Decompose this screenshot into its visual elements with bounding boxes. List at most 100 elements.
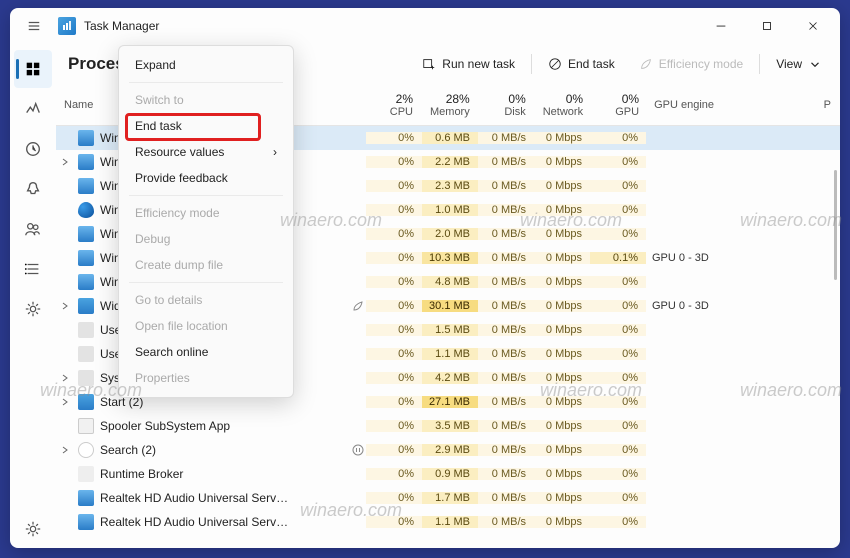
sidebar-details[interactable]: [14, 250, 52, 288]
ctx-search-online[interactable]: Search online: [119, 339, 293, 365]
cpu-value: 0%: [366, 276, 422, 288]
startup-icon: [24, 180, 42, 198]
process-icon: [78, 346, 94, 362]
ctx-provide-feedback[interactable]: Provide feedback: [119, 165, 293, 191]
disk-value: 0 MB/s: [478, 156, 534, 168]
window-controls: [698, 8, 836, 44]
process-icon: [78, 154, 94, 170]
cpu-value: 0%: [366, 228, 422, 240]
scrollbar-thumb[interactable]: [834, 170, 837, 280]
disk-value: 0 MB/s: [478, 348, 534, 360]
process-row[interactable]: Search (2)0%2.9 MB0 MB/s0 Mbps0%: [56, 438, 840, 462]
cpu-value: 0%: [366, 420, 422, 432]
process-row[interactable]: Realtek HD Audio Universal Serv…0%1.1 MB…: [56, 510, 840, 534]
process-icon: [78, 418, 94, 434]
close-icon: [806, 19, 820, 33]
run-task-icon: [422, 57, 436, 71]
process-name: Runtime Broker: [100, 467, 183, 481]
process-icon: [78, 130, 94, 146]
run-new-task-button[interactable]: Run new task: [412, 51, 525, 77]
process-row[interactable]: Spooler SubSystem App0%3.5 MB0 MB/s0 Mbp…: [56, 414, 840, 438]
process-name: Realtek HD Audio Universal Serv…: [100, 515, 288, 529]
gpu-engine-value: GPU 0 - 3D: [646, 300, 840, 312]
network-value: 0 Mbps: [534, 372, 590, 384]
disk-value: 0 MB/s: [478, 444, 534, 456]
sidebar-startup[interactable]: [14, 170, 52, 208]
disk-value: 0 MB/s: [478, 276, 534, 288]
expander-icon[interactable]: [58, 157, 72, 167]
disk-value: 0 MB/s: [478, 468, 534, 480]
expander-icon[interactable]: [58, 445, 72, 455]
memory-value: 2.2 MB: [422, 156, 478, 168]
disk-value: 0 MB/s: [478, 324, 534, 336]
ctx-end-task[interactable]: End task: [119, 113, 293, 139]
memory-value: 2.0 MB: [422, 228, 478, 240]
gpu-value: 0%: [590, 204, 646, 216]
process-icon: [78, 370, 94, 386]
disk-value: 0 MB/s: [478, 132, 534, 144]
col-cpu[interactable]: 2%CPU: [366, 84, 422, 125]
disk-value: 0 MB/s: [478, 252, 534, 264]
chevron-right-icon: ›: [273, 145, 277, 159]
memory-value: 2.9 MB: [422, 444, 478, 456]
gear-icon: [24, 520, 42, 538]
col-memory[interactable]: 28%Memory: [422, 84, 479, 125]
col-p[interactable]: P: [816, 84, 840, 125]
disk-value: 0 MB/s: [478, 396, 534, 408]
cpu-value: 0%: [366, 492, 422, 504]
hamburger-menu-button[interactable]: [14, 8, 54, 44]
sidebar-processes[interactable]: [14, 50, 52, 88]
process-icon: [78, 514, 94, 530]
sidebar-history[interactable]: [14, 130, 52, 168]
network-value: 0 Mbps: [534, 252, 590, 264]
network-value: 0 Mbps: [534, 204, 590, 216]
ctx-open-file-location: Open file location: [119, 313, 293, 339]
sidebar-services[interactable]: [14, 290, 52, 328]
sidebar-performance[interactable]: [14, 90, 52, 128]
expander-icon[interactable]: [58, 301, 72, 311]
process-icon: [78, 394, 94, 410]
col-gpu[interactable]: 0%GPU: [592, 84, 648, 125]
details-icon: [24, 260, 42, 278]
cpu-value: 0%: [366, 372, 422, 384]
processes-icon: [24, 60, 42, 78]
memory-value: 3.5 MB: [422, 420, 478, 432]
col-gpu-engine[interactable]: GPU engine: [648, 84, 816, 125]
maximize-button[interactable]: [744, 8, 790, 44]
process-row[interactable]: Realtek HD Audio Universal Serv…0%1.7 MB…: [56, 486, 840, 510]
disk-value: 0 MB/s: [478, 180, 534, 192]
memory-value: 0.6 MB: [422, 132, 478, 144]
memory-value: 4.2 MB: [422, 372, 478, 384]
cpu-value: 0%: [366, 252, 422, 264]
sidebar-users[interactable]: [14, 210, 52, 248]
close-button[interactable]: [790, 8, 836, 44]
gpu-value: 0%: [590, 324, 646, 336]
status-icon: [350, 444, 366, 456]
ctx-resource-values[interactable]: Resource values›: [119, 139, 293, 165]
col-disk[interactable]: 0%Disk: [479, 84, 535, 125]
ctx-go-to-details: Go to details: [119, 287, 293, 313]
memory-value: 1.1 MB: [422, 348, 478, 360]
ctx-expand[interactable]: Expand: [119, 52, 293, 78]
end-task-button[interactable]: End task: [538, 51, 625, 77]
view-button[interactable]: View: [766, 51, 832, 77]
expander-icon[interactable]: [58, 397, 72, 407]
minimize-button[interactable]: [698, 8, 744, 44]
ctx-debug: Debug: [119, 226, 293, 252]
gpu-value: 0%: [590, 372, 646, 384]
col-network[interactable]: 0%Network: [535, 84, 592, 125]
cpu-value: 0%: [366, 516, 422, 528]
gpu-value: 0%: [590, 420, 646, 432]
process-icon: [78, 202, 94, 218]
memory-value: 1.0 MB: [422, 204, 478, 216]
disk-value: 0 MB/s: [478, 516, 534, 528]
cpu-value: 0%: [366, 324, 422, 336]
app-title: Task Manager: [84, 19, 159, 33]
expander-icon[interactable]: [58, 373, 72, 383]
process-row[interactable]: Runtime Broker0%0.9 MB0 MB/s0 Mbps0%: [56, 462, 840, 486]
sidebar-settings[interactable]: [14, 510, 52, 548]
disk-value: 0 MB/s: [478, 300, 534, 312]
process-icon: [78, 178, 94, 194]
disk-value: 0 MB/s: [478, 228, 534, 240]
network-value: 0 Mbps: [534, 348, 590, 360]
